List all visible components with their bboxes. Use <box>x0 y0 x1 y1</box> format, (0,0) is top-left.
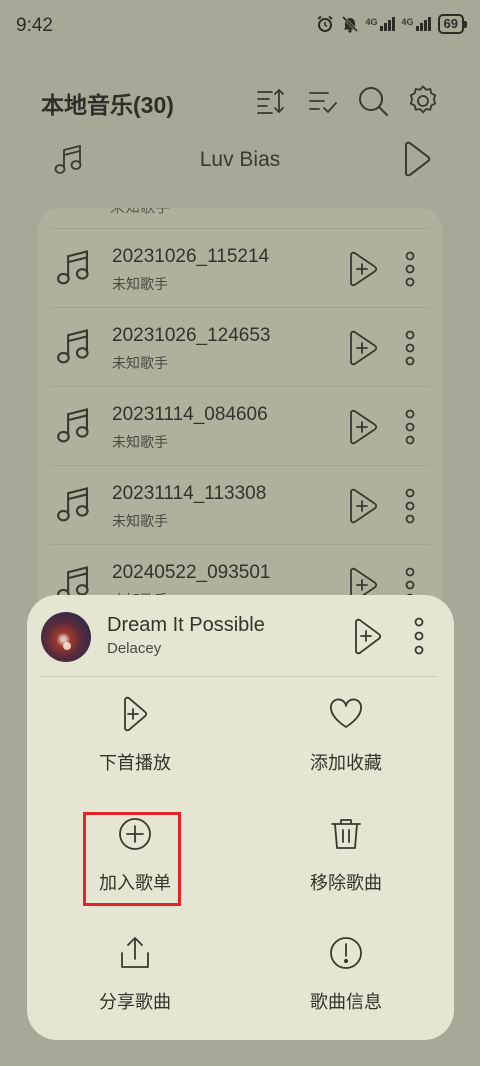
alarm-icon <box>316 15 333 32</box>
trash-icon <box>331 819 361 849</box>
add-favorite-button[interactable]: 添加收藏 <box>256 696 436 775</box>
song-list: 未知歌手 20231026_115214 未知歌手 20231026_12465… <box>38 208 442 638</box>
music-note-icon <box>57 408 89 443</box>
more-icon[interactable] <box>404 330 416 366</box>
sort-icon[interactable] <box>254 84 288 118</box>
remove-song-button[interactable]: 移除歌曲 <box>256 816 436 895</box>
share-icon <box>121 937 149 968</box>
song-artist: 未知歌手 <box>112 513 168 529</box>
more-icon[interactable] <box>404 488 416 524</box>
list-item[interactable]: 20231114_113308 未知歌手 <box>50 465 430 544</box>
more-icon[interactable] <box>404 251 416 287</box>
info-icon <box>330 937 362 969</box>
sheet-song-artist: Delacey <box>107 640 162 657</box>
song-name: 20231026_115214 <box>112 246 270 267</box>
song-action-sheet: Dream It Possible Delacey 下首播放 添加收藏 加入歌单… <box>27 595 454 1040</box>
list-item-partial: 未知歌手 <box>110 208 170 217</box>
signal-1-icon: 4G <box>366 17 395 31</box>
play-next-icon <box>124 696 148 732</box>
remove-song-label: 移除歌曲 <box>310 873 382 893</box>
album-cover <box>41 612 91 662</box>
add-favorite-label: 添加收藏 <box>310 753 382 773</box>
play-next-icon[interactable] <box>346 488 380 524</box>
music-note-icon <box>57 329 89 364</box>
settings-icon[interactable] <box>406 84 440 118</box>
status-icons: 4G 4G 69 <box>316 14 468 34</box>
search-icon[interactable] <box>356 84 390 118</box>
signal-2-icon: 4G <box>402 17 431 31</box>
play-next-icon[interactable] <box>346 251 380 287</box>
list-item[interactable]: 20231026_115214 未知歌手 <box>50 228 430 307</box>
divider <box>41 676 437 677</box>
status-bar: 9:42 4G 4G 69 <box>0 0 480 52</box>
song-name: 20231026_124653 <box>112 325 271 346</box>
play-next-label: 下首播放 <box>99 753 171 773</box>
song-artist: 未知歌手 <box>112 355 168 371</box>
list-item[interactable]: 20231114_084606 未知歌手 <box>50 386 430 465</box>
song-artist: 未知歌手 <box>112 276 168 292</box>
share-song-button[interactable]: 分享歌曲 <box>45 935 225 1014</box>
more-icon[interactable] <box>413 617 425 655</box>
highlight-box <box>83 812 181 906</box>
multi-select-icon[interactable] <box>306 84 340 118</box>
music-note-icon <box>57 487 89 522</box>
page-title: 本地音乐(30) <box>41 92 174 118</box>
play-next-button[interactable]: 下首播放 <box>45 696 225 775</box>
song-info-label: 歌曲信息 <box>310 992 382 1012</box>
network-type-label: 4G <box>365 17 378 27</box>
song-name: 20231114_084606 <box>112 404 268 425</box>
mute-icon <box>341 15 358 33</box>
battery-indicator: 69 <box>437 14 468 34</box>
play-next-icon[interactable] <box>346 409 380 445</box>
play-next-icon[interactable] <box>352 617 384 655</box>
status-time: 9:42 <box>16 15 53 36</box>
music-note-icon <box>57 250 89 285</box>
sheet-song-title: Dream It Possible <box>107 614 265 636</box>
song-name: 20240522_093501 <box>112 562 271 583</box>
play-icon[interactable] <box>398 140 434 178</box>
network-type-label: 4G <box>401 17 414 27</box>
song-artist: 未知歌手 <box>112 434 168 450</box>
song-info-button[interactable]: 歌曲信息 <box>256 935 436 1014</box>
play-next-icon[interactable] <box>346 330 380 366</box>
song-name: 20231114_113308 <box>112 483 267 504</box>
share-song-label: 分享歌曲 <box>99 992 171 1012</box>
list-item[interactable]: 20231026_124653 未知歌手 <box>50 307 430 386</box>
more-icon[interactable] <box>404 409 416 445</box>
heart-icon <box>330 698 362 728</box>
